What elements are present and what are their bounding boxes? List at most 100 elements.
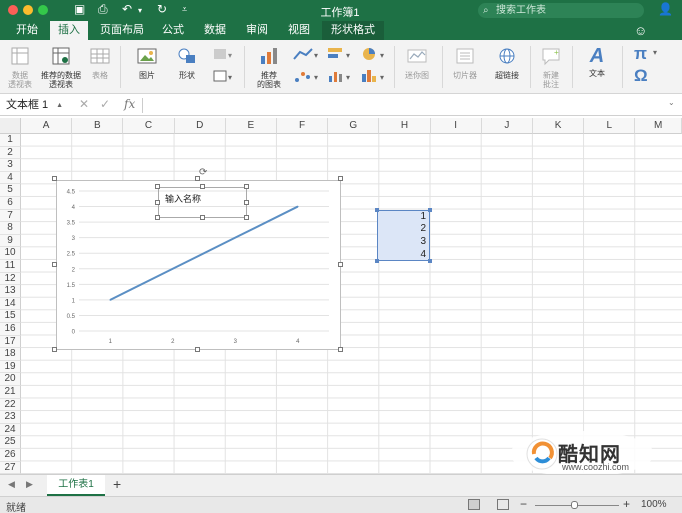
range-handle[interactable] bbox=[428, 208, 432, 212]
zoom-out-icon[interactable]: − bbox=[520, 497, 527, 511]
textbox-handle[interactable] bbox=[244, 200, 249, 205]
insert-function-icon[interactable]: fx bbox=[124, 97, 135, 111]
zoom-slider-knob[interactable] bbox=[571, 501, 578, 509]
row-header-26[interactable]: 26 bbox=[0, 449, 21, 462]
chart-resize-handle[interactable] bbox=[195, 347, 200, 352]
range-handle[interactable] bbox=[375, 208, 379, 212]
next-sheet-icon[interactable]: ▶ bbox=[26, 479, 33, 490]
chart-resize-handle[interactable] bbox=[338, 176, 343, 181]
zoom-window-button[interactable] bbox=[38, 5, 48, 15]
scatter-chart-button[interactable]: ▾ bbox=[292, 68, 320, 84]
text-button[interactable]: A 文本 bbox=[580, 46, 614, 78]
chart-resize-handle[interactable] bbox=[52, 347, 57, 352]
row-header-9[interactable]: 9 bbox=[0, 234, 21, 248]
textbox-handle[interactable] bbox=[155, 200, 160, 205]
pie-chart-button[interactable]: ▾ bbox=[360, 46, 388, 62]
close-window-button[interactable] bbox=[8, 5, 18, 15]
textbox-handle[interactable] bbox=[155, 184, 160, 189]
tab-page-layout[interactable]: 页面布局 bbox=[94, 21, 150, 40]
textbox-handle[interactable] bbox=[200, 215, 205, 220]
row-header-1[interactable]: 1 bbox=[0, 134, 21, 147]
symbol-omega-icon[interactable]: Ω bbox=[634, 66, 648, 86]
bar-chart-button[interactable]: ▾ bbox=[326, 46, 354, 62]
tab-review[interactable]: 审阅 bbox=[240, 21, 274, 40]
column-chart-button[interactable]: ▾ bbox=[360, 68, 388, 84]
tab-insert[interactable]: 插入 bbox=[50, 21, 88, 40]
recommended-charts-button[interactable]: 推荐 的图表 bbox=[252, 46, 286, 89]
column-header-j[interactable]: J bbox=[481, 118, 533, 134]
tab-home[interactable]: 开始 bbox=[10, 21, 44, 40]
hyperlink-button[interactable]: 超链接 bbox=[490, 46, 524, 80]
shapes-button[interactable]: 形状 bbox=[170, 46, 204, 80]
new-comment-button[interactable]: + 新建 批注 bbox=[536, 46, 566, 89]
slicer-button[interactable]: 切片器 bbox=[448, 46, 482, 80]
row-header-23[interactable]: 23 bbox=[0, 411, 21, 424]
row-header-24[interactable]: 24 bbox=[0, 423, 21, 437]
column-header-e[interactable]: E bbox=[225, 118, 277, 134]
row-header-19[interactable]: 19 bbox=[0, 360, 21, 374]
row-header-14[interactable]: 14 bbox=[0, 297, 21, 311]
icons-button[interactable]: ▾ bbox=[212, 46, 234, 62]
cell-h10[interactable]: 4 bbox=[377, 249, 428, 260]
textbox-handle[interactable] bbox=[244, 215, 249, 220]
column-header-b[interactable]: B bbox=[72, 118, 124, 134]
undo-dropdown-icon[interactable]: ▾ bbox=[138, 6, 142, 15]
column-header-c[interactable]: C bbox=[123, 118, 175, 134]
tab-data[interactable]: 数据 bbox=[198, 21, 232, 40]
data-point[interactable] bbox=[171, 267, 174, 270]
textbox-handle[interactable] bbox=[244, 184, 249, 189]
range-handle[interactable] bbox=[428, 259, 432, 263]
row-header-13[interactable]: 13 bbox=[0, 285, 21, 298]
cancel-icon[interactable]: ✕ bbox=[79, 97, 89, 111]
select-all-corner[interactable] bbox=[0, 118, 21, 134]
data-point[interactable] bbox=[296, 205, 299, 208]
tab-view[interactable]: 视图 bbox=[282, 21, 316, 40]
table-button[interactable]: 表格 bbox=[86, 46, 114, 80]
sheet-tab-1[interactable]: 工作表1 bbox=[47, 475, 105, 496]
row-header-2[interactable]: 2 bbox=[0, 146, 21, 160]
equation-pi-icon[interactable]: π bbox=[634, 44, 647, 64]
row-header-7[interactable]: 7 bbox=[0, 209, 21, 223]
cell-h8[interactable]: 2 bbox=[377, 223, 428, 234]
row-header-18[interactable]: 18 bbox=[0, 348, 21, 361]
picture-button[interactable]: 图片 bbox=[132, 46, 162, 80]
expand-formula-icon[interactable]: ⌄ bbox=[668, 98, 675, 107]
enter-icon[interactable]: ✓ bbox=[100, 97, 110, 111]
range-handle[interactable] bbox=[375, 259, 379, 263]
tab-formulas[interactable]: 公式 bbox=[156, 21, 190, 40]
row-header-21[interactable]: 21 bbox=[0, 386, 21, 399]
save-icon[interactable]: ⎙ bbox=[98, 2, 108, 17]
column-header-d[interactable]: D bbox=[174, 118, 226, 134]
line-chart-button[interactable]: ▾ bbox=[292, 46, 320, 62]
feedback-smiley-icon[interactable]: ☺ bbox=[634, 23, 647, 38]
home-icon[interactable]: ▣ bbox=[74, 2, 85, 16]
normal-view-icon[interactable] bbox=[468, 499, 480, 510]
pivot-table-button[interactable]: 数据 透视表 bbox=[4, 46, 36, 89]
other-chart-button[interactable]: ▾ bbox=[326, 68, 354, 84]
prev-sheet-icon[interactable]: ◀ bbox=[8, 479, 15, 490]
textbox-handle[interactable] bbox=[155, 215, 160, 220]
column-header-f[interactable]: F bbox=[277, 118, 329, 134]
row-header-17[interactable]: 17 bbox=[0, 335, 21, 349]
row-header-20[interactable]: 20 bbox=[0, 373, 21, 386]
cell-h9[interactable]: 3 bbox=[377, 236, 428, 247]
search-field[interactable]: ⌕ 搜索工作表 bbox=[478, 3, 644, 18]
name-box[interactable]: 文本框 1 ▲▼ bbox=[3, 97, 65, 126]
row-header-12[interactable]: 12 bbox=[0, 272, 21, 286]
customize-icon[interactable]: ⩡ bbox=[182, 4, 187, 15]
column-header-i[interactable]: I bbox=[430, 118, 482, 134]
screenshot-button[interactable]: ▾ bbox=[212, 68, 234, 84]
recommended-pivot-button[interactable]: 推荐的数据 透视表 bbox=[38, 46, 84, 89]
add-sheet-icon[interactable]: + bbox=[113, 476, 121, 492]
row-header-11[interactable]: 11 bbox=[0, 260, 21, 273]
formula-input[interactable] bbox=[146, 98, 656, 113]
chart-resize-handle[interactable] bbox=[52, 262, 57, 267]
equation-dropdown-icon[interactable]: ▾ bbox=[653, 48, 657, 57]
row-header-5[interactable]: 5 bbox=[0, 184, 21, 197]
chart-textbox[interactable]: 输入名称 bbox=[158, 187, 247, 218]
row-header-25[interactable]: 25 bbox=[0, 436, 21, 449]
chart-resize-handle[interactable] bbox=[338, 262, 343, 267]
chart-resize-handle[interactable] bbox=[52, 176, 57, 181]
row-header-27[interactable]: 27 bbox=[0, 461, 21, 475]
minimize-window-button[interactable] bbox=[23, 5, 33, 15]
